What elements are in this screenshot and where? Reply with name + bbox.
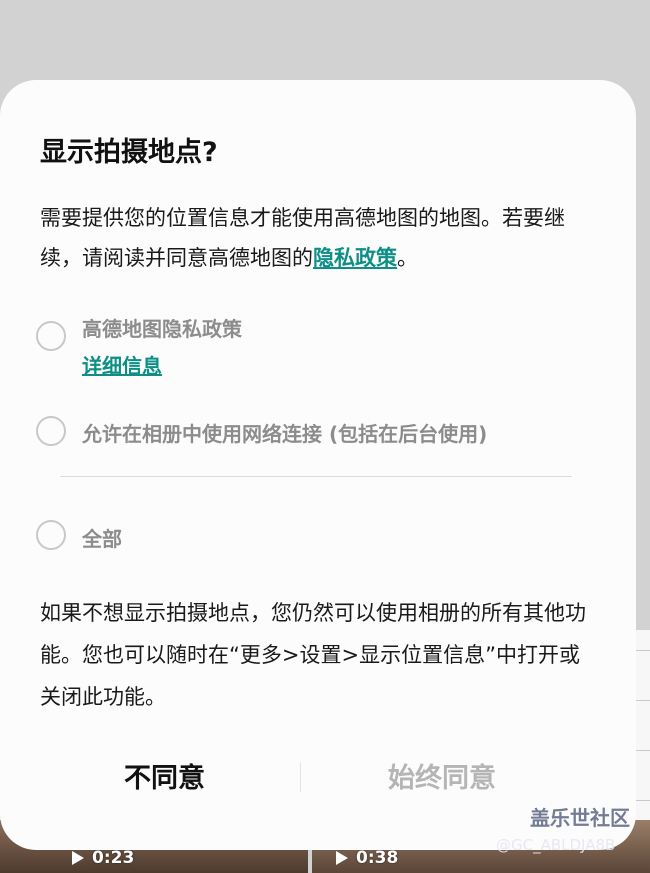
video-duration: 0:38: [356, 848, 399, 868]
privacy-policy-link[interactable]: 隐私政策: [313, 246, 397, 270]
option-label: 允许在相册中使用网络连接 (包括在后台使用): [82, 422, 488, 446]
option-amap-privacy[interactable]: 高德地图隐私政策 详细信息: [36, 317, 242, 379]
video-duration-label: 0:23: [72, 848, 134, 868]
dialog-description: 需要提供您的位置信息才能使用高德地图的地图。若要继续，请阅读并同意高德地图的隐私…: [40, 198, 600, 278]
button-separator: [300, 762, 301, 792]
description-text: 需要提供您的位置信息才能使用高德地图的地图。若要继续，请阅读并同意高德地图的: [40, 206, 565, 270]
radio-button[interactable]: [36, 321, 66, 351]
dialog-title: 显示拍摄地点?: [40, 137, 218, 168]
option-label: 全部: [82, 527, 122, 551]
always-agree-button[interactable]: 始终同意: [388, 756, 496, 795]
video-duration: 0:23: [92, 848, 135, 868]
dialog-note: 如果不想显示拍摄地点，您仍然可以使用相册的所有其他功能。您也可以随时在“更多>设…: [40, 601, 586, 709]
play-icon: [336, 851, 348, 865]
option-network-connection[interactable]: 允许在相册中使用网络连接 (包括在后台使用): [36, 416, 487, 447]
description-end: 。: [397, 246, 418, 270]
radio-button[interactable]: [36, 520, 66, 550]
option-label: 高德地图隐私政策: [82, 317, 242, 341]
community-watermark: 盖乐世社区: [530, 806, 630, 830]
play-icon: [72, 851, 84, 865]
divider: [60, 476, 572, 477]
details-link[interactable]: 详细信息: [82, 350, 242, 379]
radio-button[interactable]: [36, 416, 66, 446]
video-duration-label: 0:38: [336, 848, 398, 868]
disagree-button[interactable]: 不同意: [124, 756, 205, 795]
location-permission-dialog: 显示拍摄地点? 需要提供您的位置信息才能使用高德地图的地图。若要继续，请阅读并同…: [0, 80, 636, 850]
user-watermark: @GC_ABLDJA8B: [496, 836, 616, 854]
option-all[interactable]: 全部: [36, 520, 122, 552]
